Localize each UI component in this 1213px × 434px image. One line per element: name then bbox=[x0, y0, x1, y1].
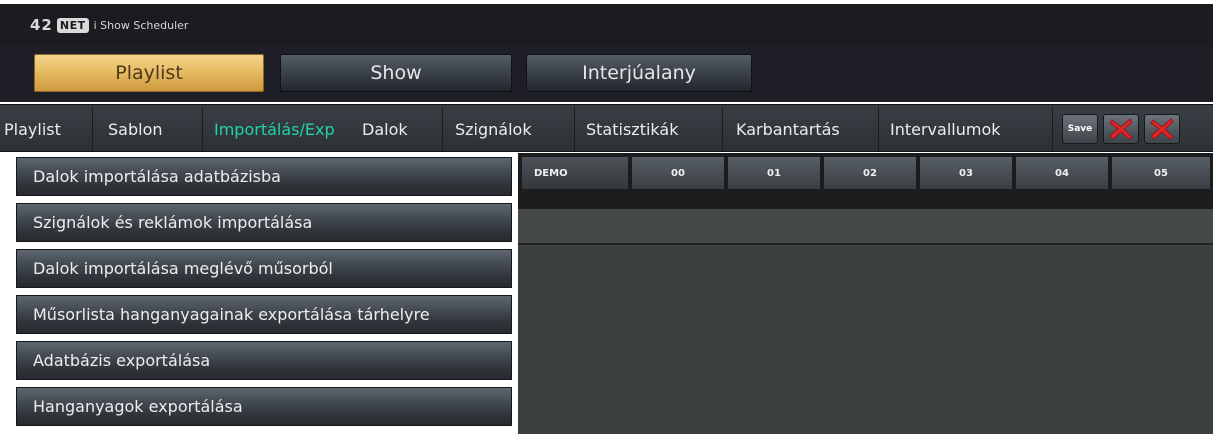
subnav-item-playlist[interactable]: Playlist bbox=[4, 105, 90, 153]
divider bbox=[878, 107, 879, 151]
subnav-item-import-export[interactable]: Importálás/Exp bbox=[214, 105, 358, 153]
main-tabs: Playlist Show Interjúalany bbox=[0, 46, 1213, 102]
title-bar: 42 NET i Show Scheduler bbox=[0, 4, 1213, 46]
menu-item-import-jingles-ads[interactable]: Szignálok és reklámok importálása bbox=[16, 203, 512, 242]
schedule-area bbox=[518, 247, 1213, 434]
logo-number: 42 bbox=[30, 16, 53, 34]
logo-net: NET bbox=[56, 17, 89, 33]
subnav-item-karbantartas[interactable]: Karbantartás bbox=[736, 105, 874, 153]
schedule-panel: DEMO 00 01 02 03 04 05 bbox=[518, 153, 1213, 434]
menu-item-import-songs[interactable]: Dalok importálása adatbázisba bbox=[16, 157, 512, 196]
divider bbox=[1052, 107, 1053, 151]
tab-show[interactable]: Show bbox=[280, 54, 512, 92]
import-export-menu: Dalok importálása adatbázisba Szignálok … bbox=[0, 153, 518, 434]
save-button[interactable]: Save bbox=[1062, 114, 1098, 144]
hour-row: DEMO 00 01 02 03 04 05 bbox=[518, 153, 1213, 209]
hour-cell[interactable]: 03 bbox=[919, 156, 1013, 190]
menu-item-export-audio[interactable]: Hanganyagok exportálása bbox=[16, 387, 512, 426]
hour-cell-demo[interactable]: DEMO bbox=[521, 156, 629, 190]
hour-cell[interactable]: 04 bbox=[1015, 156, 1109, 190]
subnav-item-intervallumok[interactable]: Intervallumok bbox=[890, 105, 1050, 153]
schedule-band bbox=[518, 209, 1213, 245]
close-button[interactable] bbox=[1103, 114, 1139, 144]
subnav-item-szignalok[interactable]: Szignálok bbox=[455, 105, 573, 153]
red-x-icon bbox=[1109, 118, 1133, 140]
menu-item-import-songs-from-show[interactable]: Dalok importálása meglévő műsorból bbox=[16, 249, 512, 288]
divider bbox=[92, 107, 93, 151]
divider bbox=[574, 107, 575, 151]
sub-navigation: Playlist Sablon Importálás/Exp Dalok Szi… bbox=[0, 104, 1213, 152]
subnav-item-sablon[interactable]: Sablon bbox=[108, 105, 200, 153]
divider bbox=[442, 107, 443, 151]
hour-cell[interactable]: 00 bbox=[631, 156, 725, 190]
app-title: i Show Scheduler bbox=[93, 18, 189, 32]
cancel-button[interactable] bbox=[1144, 114, 1180, 144]
hour-cell[interactable]: 01 bbox=[727, 156, 821, 190]
divider bbox=[202, 107, 203, 151]
app-window: 42 NET i Show Scheduler Playlist Show In… bbox=[0, 0, 1213, 434]
red-x-icon bbox=[1150, 118, 1174, 140]
hour-cell[interactable]: 05 bbox=[1111, 156, 1211, 190]
hour-cell[interactable]: 02 bbox=[823, 156, 917, 190]
subnav-item-statisztikak[interactable]: Statisztikák bbox=[586, 105, 720, 153]
subnav-item-dalok[interactable]: Dalok bbox=[362, 105, 440, 153]
menu-item-export-playlist-audio[interactable]: Műsorlista hanganyagainak exportálása tá… bbox=[16, 295, 512, 334]
tab-interjualany[interactable]: Interjúalany bbox=[526, 54, 752, 92]
menu-item-export-database[interactable]: Adatbázis exportálása bbox=[16, 341, 512, 380]
divider bbox=[722, 107, 723, 151]
tab-playlist[interactable]: Playlist bbox=[34, 54, 264, 92]
